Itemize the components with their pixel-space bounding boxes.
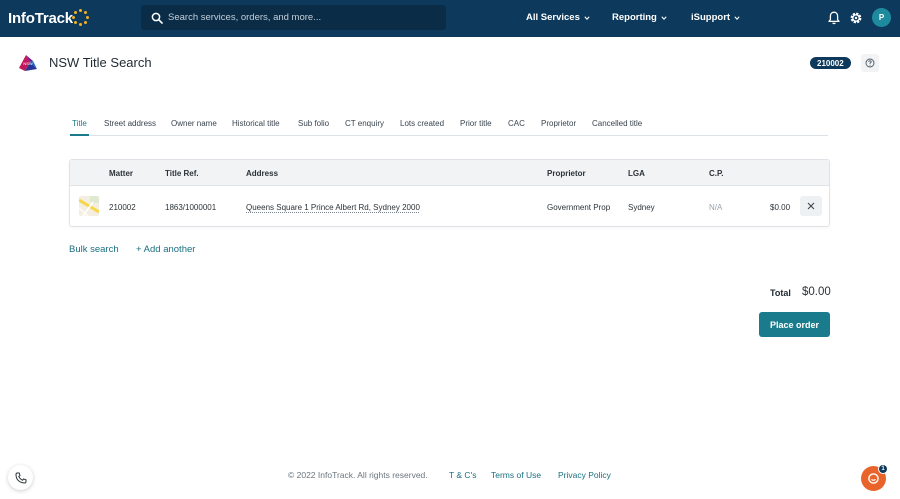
infotrack-logo[interactable]: InfoTrack — [8, 7, 90, 29]
phone-button[interactable] — [8, 465, 33, 490]
total-label: Total — [770, 288, 791, 298]
column-header-address: Address — [246, 169, 279, 178]
cell-price: $0.00 — [770, 203, 791, 212]
chevron-down-icon — [734, 15, 740, 20]
tab-owner-name[interactable]: Owner name — [171, 119, 217, 128]
chevron-down-icon — [661, 15, 667, 20]
logo-badge-text: NSW — [23, 61, 33, 66]
footer-link-terms-of-use[interactable]: Terms of Use — [491, 470, 541, 480]
column-header-matter: Matter — [109, 169, 134, 178]
column-header-title-ref: Title Ref. — [165, 169, 199, 178]
close-icon — [807, 202, 815, 210]
search-type-tabs: Title Street address Owner name Historic… — [70, 113, 828, 136]
cell-lga: Sydney — [628, 203, 655, 212]
cell-address[interactable]: Queens Square 1 Prince Albert Rd, Sydney… — [246, 203, 420, 212]
logo-text: InfoTrack — [8, 9, 73, 27]
order-table: Matter Title Ref. Address Proprietor LGA… — [69, 159, 830, 227]
global-search[interactable] — [141, 5, 446, 30]
tab-street-address[interactable]: Street address — [104, 119, 156, 128]
nav-reporting[interactable]: Reporting — [612, 12, 667, 23]
tab-lots-created[interactable]: Lots created — [400, 119, 444, 128]
place-order-button[interactable]: Place order — [759, 312, 830, 337]
chat-icon — [868, 473, 879, 484]
tab-cac[interactable]: CAC — [508, 119, 525, 128]
footer-link-tcs[interactable]: T & C's — [449, 470, 476, 480]
logo-dots-icon — [71, 9, 90, 27]
table-header: Matter Title Ref. Address Proprietor LGA… — [70, 160, 829, 186]
nav-label: Reporting — [612, 12, 657, 23]
active-tab-indicator — [70, 134, 89, 136]
top-navigation-bar: InfoTrack All Services Reporting iSuppor… — [0, 0, 900, 37]
nav-all-services[interactable]: All Services — [526, 12, 590, 23]
search-input[interactable] — [168, 12, 438, 23]
total-value: $0.00 — [802, 286, 831, 298]
tab-sub-folio[interactable]: Sub folio — [298, 119, 329, 128]
column-header-proprietor: Proprietor — [547, 169, 586, 178]
bell-icon[interactable] — [826, 9, 842, 27]
cell-matter: 210002 — [109, 203, 136, 212]
user-avatar[interactable]: P — [872, 8, 891, 27]
column-header-lga: LGA — [628, 169, 645, 178]
nav-label: iSupport — [691, 12, 731, 23]
cell-title-ref: 1863/1000001 — [165, 203, 217, 212]
chevron-down-icon — [584, 15, 590, 20]
copyright-text: © 2022 InfoTrack. All rights reserved. — [288, 470, 428, 480]
tab-ct-enquiry[interactable]: CT enquiry — [345, 119, 384, 128]
matter-badge[interactable]: 210002 — [810, 57, 851, 69]
chat-notification-badge: 1 — [878, 464, 888, 474]
cell-cp: N/A — [709, 203, 723, 212]
footer-link-privacy-policy[interactable]: Privacy Policy — [558, 470, 611, 480]
search-icon — [146, 5, 168, 30]
gear-icon[interactable] — [848, 9, 864, 27]
phone-icon — [14, 472, 26, 484]
add-another-link[interactable]: + Add another — [136, 244, 195, 255]
map-thumbnail[interactable] — [79, 196, 99, 216]
bulk-search-link[interactable]: Bulk search — [69, 244, 119, 255]
nsw-title-logo: NSW — [17, 52, 39, 74]
remove-row-button[interactable] — [800, 196, 822, 216]
tab-cancelled-title[interactable]: Cancelled title — [592, 119, 642, 128]
help-icon[interactable] — [861, 54, 879, 72]
nav-label: All Services — [526, 12, 580, 23]
cell-proprietor: Government Prop — [547, 203, 611, 212]
nav-isupport[interactable]: iSupport — [691, 12, 740, 23]
tab-title[interactable]: Title — [72, 119, 87, 128]
tab-prior-title[interactable]: Prior title — [460, 119, 492, 128]
column-header-cp: C.P. — [709, 169, 724, 178]
page-title: NSW Title Search — [49, 55, 152, 70]
tab-historical-title[interactable]: Historical title — [232, 119, 280, 128]
tab-proprietor[interactable]: Proprietor — [541, 119, 576, 128]
